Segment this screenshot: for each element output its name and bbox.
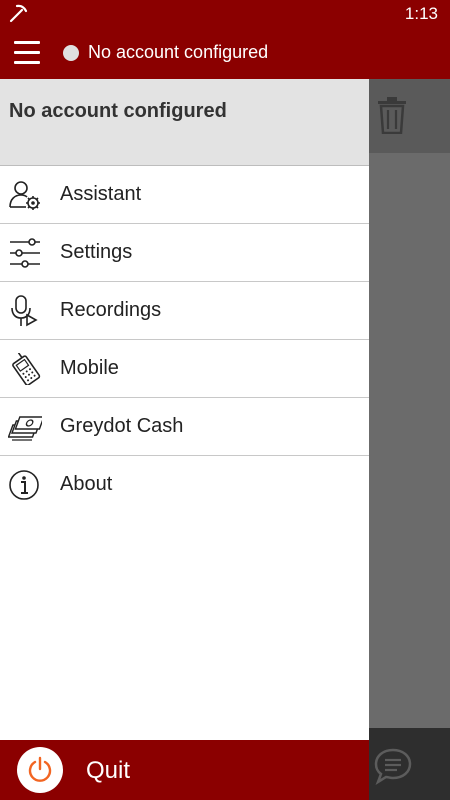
background-content	[369, 79, 450, 800]
info-icon	[8, 469, 42, 501]
menu-item-label: Recordings	[60, 299, 162, 321]
navigation-drawer: No account configured Assistant Settings…	[0, 79, 369, 800]
quit-button[interactable]: Quit	[0, 740, 369, 800]
quit-label: Quit	[86, 757, 131, 784]
hamburger-icon[interactable]	[14, 41, 40, 65]
menu-item-settings[interactable]: Settings	[0, 224, 369, 282]
pickaxe-icon	[8, 2, 30, 29]
drawer-menu: Assistant Settings Recordings Mobile Gre…	[0, 166, 369, 513]
cash-stack-icon	[7, 411, 45, 443]
menu-item-assistant[interactable]: Assistant	[0, 166, 369, 224]
account-status-text: No account configured	[88, 42, 269, 62]
menu-item-greydot-cash[interactable]: Greydot Cash	[0, 398, 369, 456]
account-status-dot	[63, 45, 79, 61]
trash-icon	[377, 96, 407, 139]
user-gear-icon	[8, 179, 42, 211]
menu-item-label: Settings	[60, 241, 133, 263]
mobile-phone-icon	[8, 352, 42, 386]
menu-item-label: Greydot Cash	[60, 415, 184, 437]
microphone-play-icon	[8, 295, 42, 327]
status-bar: 1:13	[0, 0, 450, 28]
menu-item-label: About	[60, 473, 113, 495]
menu-item-about[interactable]: About	[0, 456, 369, 513]
sliders-icon	[8, 237, 42, 269]
drawer-title: No account configured	[9, 100, 227, 122]
menu-item-label: Mobile	[60, 357, 119, 379]
menu-item-recordings[interactable]: Recordings	[0, 282, 369, 340]
power-icon	[17, 747, 63, 793]
app-bar: No account configured	[0, 28, 450, 79]
status-time: 1:13	[404, 4, 438, 23]
menu-item-label: Assistant	[60, 183, 142, 205]
drawer-header: No account configured	[0, 79, 369, 166]
chat-icon	[373, 747, 413, 790]
menu-item-mobile[interactable]: Mobile	[0, 340, 369, 398]
